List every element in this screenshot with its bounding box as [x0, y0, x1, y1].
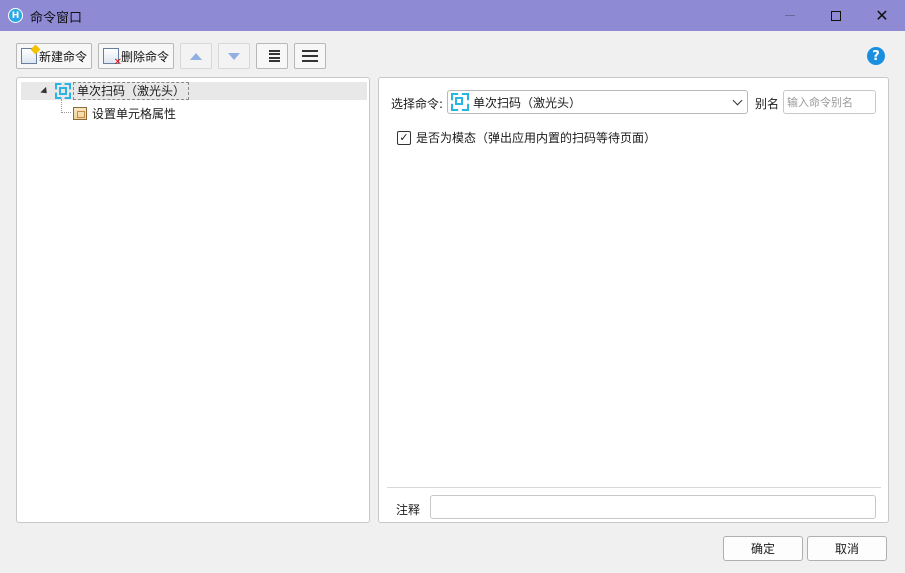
tree-item-label: 设置单元格属性	[92, 106, 177, 121]
delete-command-button[interactable]: 删除命令	[98, 43, 175, 69]
minimize-icon	[785, 15, 795, 16]
delete-command-label: 删除命令	[121, 49, 170, 64]
note-label: 注释	[396, 503, 421, 517]
selected-command-value: 单次扫码（激光头）	[473, 95, 582, 110]
outdent-button[interactable]	[294, 43, 327, 69]
outdent-icon	[302, 50, 319, 62]
expand-arrow-icon[interactable]	[40, 86, 50, 96]
cancel-label: 取消	[834, 542, 859, 556]
select-command-label: 选择命令:	[391, 97, 444, 111]
modal-checkbox-label: 是否为模态（弹出应用内置的扫码等待页面）	[416, 131, 657, 145]
toolbar: 新建命令 删除命令	[16, 43, 332, 69]
tree-item-set-cell[interactable]: 设置单元格属性	[21, 104, 176, 122]
arrow-down-icon	[228, 52, 241, 60]
table-cell-icon	[73, 106, 87, 120]
close-icon: ✕	[875, 6, 889, 25]
maximize-button[interactable]	[813, 0, 859, 31]
alias-label: 别名	[755, 97, 780, 111]
chevron-down-icon	[732, 95, 743, 106]
cancel-button[interactable]: 取消	[807, 536, 887, 561]
command-properties-panel: 选择命令: 单次扫码（激光头） 别名 ✓ 是否为模态（弹出应用内置的扫码等待页面…	[378, 77, 889, 523]
window-title: 命令窗口	[30, 11, 83, 26]
tree-item-label: 单次扫码（激光头）	[73, 82, 190, 100]
modal-checkbox[interactable]: ✓	[397, 130, 411, 145]
help-icon[interactable]: ?	[867, 47, 885, 65]
checkmark-icon: ✓	[399, 131, 409, 144]
indent-button[interactable]	[256, 43, 289, 69]
note-input[interactable]	[430, 495, 876, 519]
move-down-button[interactable]	[218, 43, 251, 69]
ok-label: 确定	[750, 542, 775, 556]
indent-icon	[264, 50, 281, 62]
close-button[interactable]: ✕	[859, 0, 905, 31]
command-tree-panel: 单次扫码（激光头） 设置单元格属性	[16, 77, 370, 523]
minimize-button[interactable]	[767, 0, 813, 31]
tree-item-scan[interactable]: 单次扫码（激光头）	[21, 82, 367, 100]
new-command-button[interactable]: 新建命令	[16, 43, 93, 69]
command-select[interactable]: 单次扫码（激光头）	[447, 90, 748, 114]
divider	[387, 487, 881, 488]
ok-button[interactable]: 确定	[723, 536, 803, 561]
modal-option[interactable]: ✓ 是否为模态（弹出应用内置的扫码等待页面）	[397, 129, 656, 146]
scan-icon	[55, 83, 71, 99]
alias-input[interactable]	[783, 90, 876, 114]
delete-document-icon	[103, 48, 122, 68]
app-logo-icon: H	[8, 8, 23, 23]
arrow-up-icon	[190, 52, 203, 60]
title-bar: H 命令窗口 ✕	[0, 0, 905, 31]
move-up-button[interactable]	[180, 43, 213, 69]
maximize-icon	[831, 10, 841, 21]
scan-icon	[451, 93, 469, 111]
new-command-label: 新建命令	[39, 49, 88, 64]
new-document-icon	[21, 48, 37, 64]
